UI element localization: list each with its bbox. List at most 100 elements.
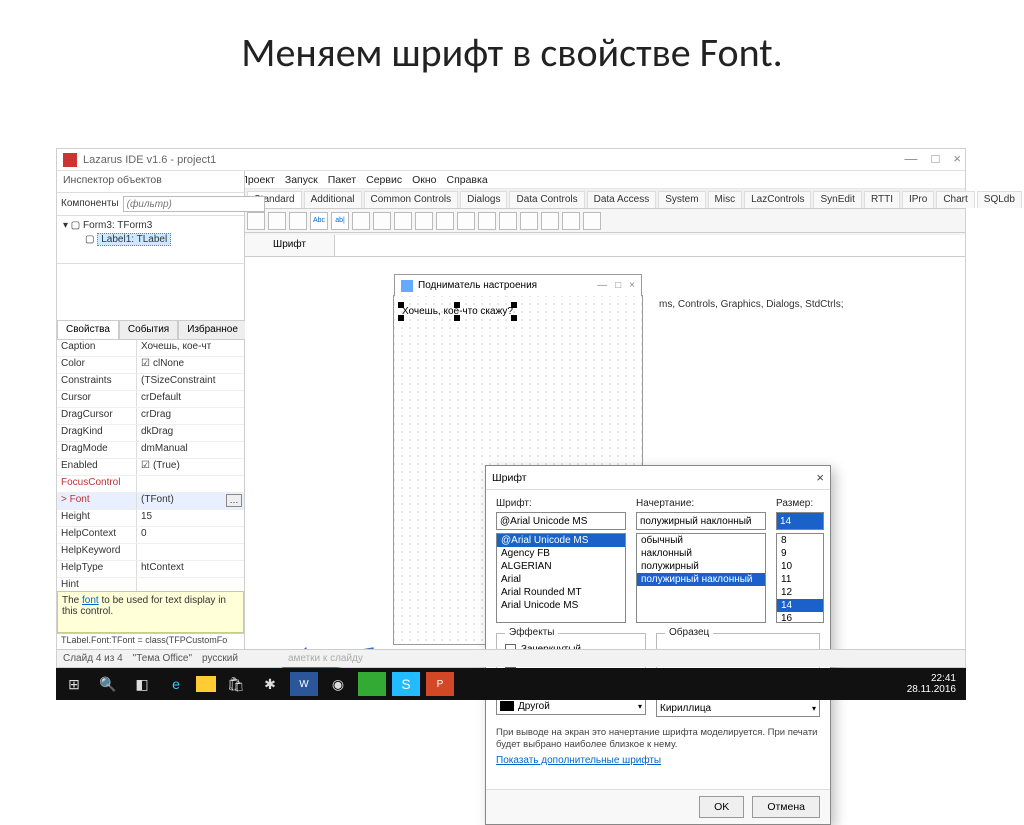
tool-icon[interactable] [268, 212, 286, 230]
property-row[interactable]: FocusControl [57, 476, 244, 493]
property-tabs[interactable]: СвойстваСобытияИзбранное [57, 320, 244, 340]
palette-tab[interactable]: Chart [936, 191, 974, 208]
font-name-list[interactable]: @Arial Unicode MSAgency FBALGERIANArialA… [496, 533, 626, 623]
palette-tab[interactable]: Data Controls [509, 191, 584, 208]
ok-button[interactable]: OK [699, 796, 744, 818]
close-icon[interactable]: × [816, 470, 824, 485]
search-icon[interactable]: 🔍 [94, 672, 122, 696]
charset-combo[interactable]: Кириллица ▾ [656, 699, 820, 717]
font-name-input[interactable] [496, 512, 626, 530]
list-item[interactable]: 9 [777, 547, 823, 560]
list-item[interactable]: 14 [777, 599, 823, 612]
maximize-icon[interactable]: □ [615, 280, 621, 291]
property-grid[interactable]: CaptionХочешь, кое-чтColorclNoneConstrai… [57, 340, 244, 591]
property-row[interactable]: Enabled(True) [57, 459, 244, 476]
skype-icon[interactable]: S [392, 672, 420, 696]
tree-selected[interactable]: Label1: TLabel [97, 233, 171, 246]
property-row[interactable]: HelpKeyword [57, 544, 244, 561]
minimize-icon[interactable]: — [905, 151, 918, 166]
palette-tab[interactable]: Misc [708, 191, 743, 208]
help-link[interactable]: font [82, 595, 99, 606]
tool-icon[interactable] [352, 212, 370, 230]
palette-tab[interactable]: IPro [902, 191, 934, 208]
minimize-icon[interactable]: — [597, 280, 607, 291]
property-row[interactable]: Height15 [57, 510, 244, 527]
designer-tab[interactable]: Шрифт [245, 235, 335, 256]
list-item[interactable]: полужирный [637, 560, 765, 573]
property-row[interactable]: DragKinddkDrag [57, 425, 244, 442]
palette-tab[interactable]: SQLdb [977, 191, 1022, 208]
list-item[interactable]: 11 [777, 573, 823, 586]
pointer-tool-icon[interactable] [247, 212, 265, 230]
palette-tab[interactable]: Common Controls [364, 191, 459, 208]
property-row[interactable]: DragCursorcrDrag [57, 408, 244, 425]
font-size-list[interactable]: 891011121416 [776, 533, 824, 623]
tool-icon[interactable] [457, 212, 475, 230]
word-icon[interactable]: W [290, 672, 318, 696]
tool-icon[interactable] [394, 212, 412, 230]
list-item[interactable]: 16 [777, 612, 823, 623]
property-tab[interactable]: Свойства [57, 320, 119, 339]
menu-item[interactable]: Пакет [328, 174, 356, 186]
tool-icon[interactable] [436, 212, 454, 230]
property-tab[interactable]: События [119, 320, 178, 339]
property-row[interactable]: > Font(TFont)… [57, 493, 244, 510]
property-row[interactable]: ColorclNone [57, 357, 244, 374]
explorer-icon[interactable] [196, 676, 216, 692]
tool-icon[interactable] [583, 212, 601, 230]
start-button[interactable]: ⊞ [60, 672, 88, 696]
tool-icon[interactable] [289, 212, 307, 230]
list-item[interactable]: @Arial Unicode MS [497, 534, 625, 547]
property-row[interactable]: CursorcrDefault [57, 391, 244, 408]
tool-icon[interactable] [499, 212, 517, 230]
edge-icon[interactable]: e [162, 672, 190, 696]
list-item[interactable]: Arial Unicode MS [497, 599, 625, 612]
powerpoint-icon[interactable]: P [426, 672, 454, 696]
list-item[interactable]: Arial [497, 573, 625, 586]
tool-icon[interactable] [373, 212, 391, 230]
system-clock[interactable]: 22:41 28.11.2016 [907, 673, 962, 695]
list-item[interactable]: ALGERIAN [497, 560, 625, 573]
chrome-icon[interactable]: ◉ [324, 672, 352, 696]
menu-item[interactable]: Справка [446, 174, 487, 186]
tool-icon[interactable]: ab| [331, 212, 349, 230]
list-item[interactable]: полужирный наклонный [637, 573, 765, 586]
palette-tab[interactable]: Dialogs [460, 191, 507, 208]
property-row[interactable]: Constraints(TSizeConstraint [57, 374, 244, 391]
close-icon[interactable]: × [629, 280, 635, 291]
tool-icon[interactable] [520, 212, 538, 230]
tool-icon[interactable] [478, 212, 496, 230]
app-icon[interactable] [358, 672, 386, 696]
list-item[interactable]: Arial Rounded MT [497, 586, 625, 599]
tool-icon[interactable]: Abc [310, 212, 328, 230]
cancel-button[interactable]: Отмена [752, 796, 820, 818]
windows-taskbar[interactable]: ⊞ 🔍 ◧ e 🛍 ✱ W ◉ S P 22:41 28.11.2016 [56, 668, 966, 700]
close-icon[interactable]: × [953, 151, 961, 166]
menu-item[interactable]: Проект [240, 174, 275, 186]
lazarus-taskbar-icon[interactable]: ✱ [256, 672, 284, 696]
tool-icon[interactable] [541, 212, 559, 230]
palette-tab[interactable]: RTTI [864, 191, 900, 208]
component-tree[interactable]: ▾ ▢ Form3: TForm3 ▢ Label1: TLabel [57, 216, 244, 264]
list-item[interactable]: 12 [777, 586, 823, 599]
task-view-icon[interactable]: ◧ [128, 672, 156, 696]
palette-tab[interactable]: System [658, 191, 705, 208]
more-fonts-link[interactable]: Показать дополнительные шрифты [496, 755, 661, 766]
font-style-input[interactable] [636, 512, 766, 530]
property-tab[interactable]: Избранное [178, 320, 247, 339]
property-row[interactable]: CaptionХочешь, кое-чт [57, 340, 244, 357]
font-style-list[interactable]: обычныйнаклонныйполужирныйполужирный нак… [636, 533, 766, 623]
selected-label[interactable]: Хочешь, кое-что скажу? [402, 306, 513, 317]
menu-item[interactable]: Окно [412, 174, 436, 186]
list-item[interactable]: 8 [777, 534, 823, 547]
property-row[interactable]: HelpContext0 [57, 527, 244, 544]
maximize-icon[interactable]: □ [932, 151, 940, 166]
filter-input[interactable] [123, 196, 265, 212]
property-row[interactable]: DragModedmManual [57, 442, 244, 459]
menu-item[interactable]: Сервис [366, 174, 402, 186]
font-size-input[interactable] [776, 512, 824, 530]
tool-icon[interactable] [415, 212, 433, 230]
store-icon[interactable]: 🛍 [222, 672, 250, 696]
menu-item[interactable]: Запуск [285, 174, 318, 186]
property-row[interactable]: Hint [57, 578, 244, 591]
